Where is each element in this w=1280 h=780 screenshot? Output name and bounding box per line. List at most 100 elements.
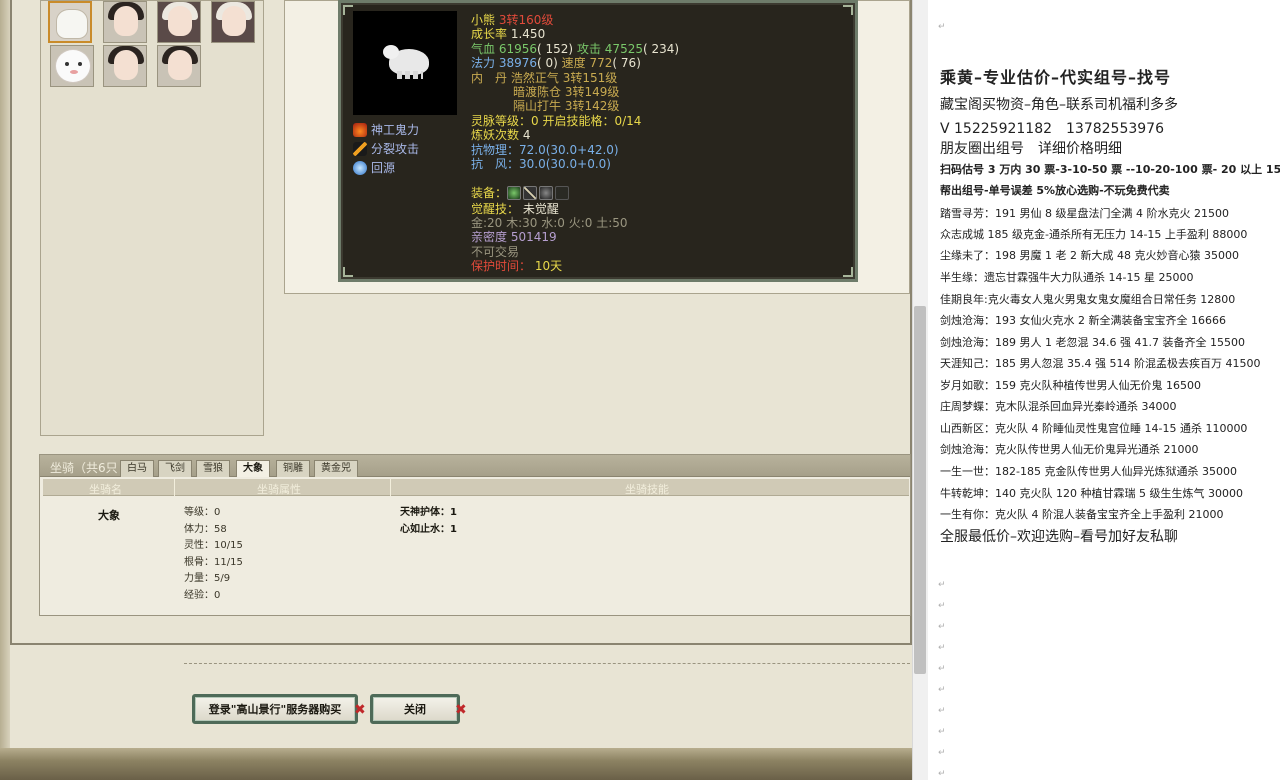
pet-skill[interactable]: 分裂攻击 — [353, 140, 419, 157]
doc-line: 藏宝阁买物资–角色–联系司机福利多多 — [940, 97, 1178, 113]
pet-level: 3转160级 — [498, 13, 554, 27]
portrait-girl-4[interactable] — [103, 45, 147, 87]
pet-name: 小熊 — [471, 13, 496, 27]
elixir-name: 暗渡陈仓 — [513, 84, 562, 99]
login-buy-label: 登录"高山景行"服务器购买 — [208, 703, 342, 716]
portrait-polar-bear[interactable] — [48, 1, 92, 43]
corner-ornament — [343, 267, 353, 277]
col-mount-name: 坐骑名 — [89, 483, 122, 496]
polar-bear-icon — [383, 45, 429, 79]
equip-claw-icon[interactable] — [523, 186, 538, 201]
doc-line: 众志成城 185 级克金-通杀所有无压力 14-15 上手盈利 88000 — [940, 228, 1248, 241]
mount-tab[interactable]: 飞剑 — [158, 460, 192, 477]
mount-attr: 根骨：11/15 — [184, 556, 243, 568]
atk-value: 47525 — [604, 41, 643, 56]
elixir-level: 3转149级 — [564, 84, 620, 99]
paragraph-mark: ↵ — [938, 706, 946, 716]
mascot-icon — [55, 49, 91, 83]
orb-skill-icon — [353, 160, 367, 175]
equip-armor-icon[interactable] — [539, 186, 554, 201]
doc-line: 半生缘：遗忘甘霖强牛大力队通杀 14-15 星 25000 — [940, 271, 1194, 284]
stat-line: 保护时间： 10天 — [471, 259, 851, 273]
mount-attr: 等级：0 — [184, 507, 221, 518]
doc-line: 踏雪寻芳：191 男仙 8 级星盘法门全满 4 阶水克火 21500 — [940, 207, 1229, 220]
doc-line: 尘缘未了：198 男魔 1 老 2 新大成 48 克火妙音心猿 35000 — [940, 249, 1239, 262]
refine-value: 4 — [522, 128, 531, 143]
awaken-value: 未觉醒 — [522, 201, 559, 216]
doc-line: 庄周梦蝶：克木队混杀回血异光秦岭通杀 34000 — [940, 400, 1177, 413]
bottom-decor-bar — [0, 748, 928, 780]
doc-line: 剑烛沧海：克火队传世男人仙无价鬼异光通杀 21000 — [940, 443, 1199, 456]
mount-attr: 力量：5/9 — [184, 573, 231, 584]
portrait-list — [40, 0, 264, 436]
mount-tab[interactable]: 雪狼 — [196, 460, 230, 477]
hp-extra: ( 152) — [537, 41, 574, 56]
stat-line: 炼妖次数 4 — [471, 128, 851, 142]
doc-line: 剑烛沧海：193 女仙火克水 2 新全满装备宝宝齐全 16666 — [940, 314, 1226, 327]
pet-skill[interactable]: 神工鬼力 — [353, 121, 419, 138]
flame-skill-icon — [353, 122, 367, 137]
pet-portrait — [353, 11, 457, 115]
paragraph-mark: ↵ — [938, 727, 946, 737]
doc-line: 扫码估号 3 万内 30 票-3-10-50 票 --10-20-100 票- … — [940, 163, 1280, 176]
stat-line: 觉醒技： 未觉醒 — [471, 202, 851, 216]
refine-label: 炼妖次数 — [471, 128, 520, 143]
mount-attributes: 等级：0 体力：58 灵性：10/15 根骨：11/15 力量：5/9 经验：0 — [184, 505, 243, 604]
paragraph-mark: ↵ — [938, 580, 946, 590]
spd-extra: ( 76) — [612, 56, 641, 71]
doc-line: 山西新区：克火队 4 阶睡仙灵性鬼宫位睡 14-15 通杀 110000 — [940, 422, 1248, 435]
portrait-mascot[interactable] — [50, 45, 94, 87]
corner-ornament — [343, 5, 353, 15]
equip-ring-icon[interactable] — [507, 186, 522, 201]
close-x-icon: ✖ — [455, 702, 467, 718]
login-buy-button[interactable]: 登录"高山景行"服务器购买 — [192, 694, 358, 724]
elixir-level: 3转151级 — [562, 70, 618, 85]
mount-skills: 天神护体：1 心如止水：1 — [400, 505, 457, 538]
stat-line: 小熊 3转160级 — [471, 13, 851, 27]
doc-line: 岁月如歌：159 克火队种植传世男人仙无价鬼 16500 — [940, 379, 1201, 392]
paragraph-mark: ↵ — [938, 643, 946, 653]
paragraph-mark: ↵ — [938, 685, 946, 695]
stat-line — [471, 171, 851, 185]
doc-line: 朋友圈出组号 详细价格明细 — [940, 141, 1122, 157]
resist-wind-label: 抗 风： — [471, 156, 520, 171]
mp-value: 38976 — [498, 56, 538, 71]
face-icon — [168, 6, 192, 36]
polar-bear-icon — [56, 9, 88, 39]
resist-wind-value: 30.0(30.0+0.0) — [519, 156, 611, 171]
close-button[interactable]: 关闭 — [370, 694, 460, 724]
scrollbar-thumb[interactable] — [914, 306, 926, 674]
mount-section: 坐骑（共6只 白马 飞剑 雪狼 大象 铜雕 黄金兕 坐骑名 坐骑属性 坐骑技能 … — [39, 454, 911, 616]
mount-tab[interactable]: 黄金兕 — [314, 460, 358, 477]
pet-skill[interactable]: 回源 — [353, 159, 395, 176]
resist-phys-value: 72.0(30.0+42.0) — [519, 142, 619, 157]
equip-empty-slot-icon[interactable] — [555, 186, 570, 201]
paragraph-mark: ↵ — [938, 601, 946, 611]
mount-column-headers: 坐骑名 坐骑属性 坐骑技能 — [43, 479, 909, 496]
face-icon — [222, 6, 246, 36]
portrait-girl-5[interactable] — [157, 45, 201, 87]
growth-value: 1.450 — [510, 27, 546, 42]
portrait-girl-3[interactable] — [211, 1, 255, 43]
paragraph-mark: ↵ — [938, 769, 946, 779]
doc-line: 牛转乾坤：140 克火队 120 种植甘霖瑞 5 级生生炼气 30000 — [940, 487, 1243, 500]
pet-skill-name: 神工鬼力 — [371, 123, 420, 137]
document-page: ↵ 乘黄–专业估价–代实组号–找号 藏宝阁买物资–角色–联系司机福利多多 V 152… — [928, 0, 1280, 780]
stat-line: 暗渡陈仓 3转149级 — [471, 85, 851, 99]
mount-tab[interactable]: 铜雕 — [276, 460, 310, 477]
pet-info-card: 神工鬼力 分裂攻击 回源 小熊 3转160级 成长率 1.450 气血 6195… — [338, 0, 858, 282]
paragraph-mark: ↵ — [938, 622, 946, 632]
mount-tab[interactable]: 白马 — [120, 460, 154, 477]
spirit-value: 0 开启技能格：0/14 — [531, 113, 642, 128]
pet-skill-name: 回源 — [371, 161, 396, 175]
mount-name: 大象 — [98, 509, 120, 522]
stat-line: 内 丹 浩然正气 3转151级 — [471, 71, 851, 85]
mount-skill: 心如止水：1 — [400, 523, 457, 535]
elixir-name: 隔山打牛 — [513, 99, 562, 114]
portrait-girl-1[interactable] — [103, 1, 147, 43]
game-window: 神工鬼力 分裂攻击 回源 小熊 3转160级 成长率 1.450 气血 6195… — [0, 0, 928, 780]
untradable: 不可交易 — [471, 244, 520, 259]
doc-line: 帮出组号-单号误差 5%放心选购-不玩免费代卖 — [940, 184, 1170, 197]
mount-tab-active[interactable]: 大象 — [236, 460, 270, 477]
portrait-girl-2[interactable] — [157, 1, 201, 43]
